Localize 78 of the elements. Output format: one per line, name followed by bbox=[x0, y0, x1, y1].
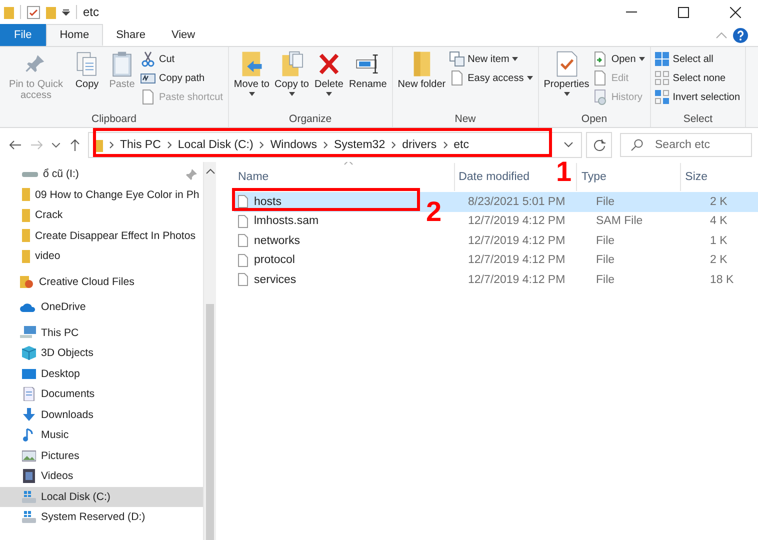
ribbon-tab[interactable]: Home bbox=[46, 24, 104, 46]
ribbon-group-label: Clipboard bbox=[90, 112, 138, 127]
table-cell-text: SAM File bbox=[595, 215, 644, 228]
navigation-item[interactable]: video bbox=[0, 246, 203, 266]
column-header[interactable]: Name bbox=[238, 171, 269, 183]
table-cell-text: 2 K bbox=[709, 254, 728, 266]
navigation-item[interactable]: This PC bbox=[0, 322, 203, 343]
ribbon-group-label: Open bbox=[580, 112, 608, 127]
ribbon-group-label: Organize bbox=[288, 112, 333, 127]
column-header[interactable]: Size bbox=[685, 171, 708, 183]
ribbon-group-label: New bbox=[454, 112, 477, 127]
ribbon-button[interactable]: Properties bbox=[542, 49, 592, 112]
table-cell-text: 12/7/2019 4:12 PM bbox=[467, 234, 566, 247]
navigation-item[interactable]: ổ cũ (I:) bbox=[0, 164, 203, 184]
table-cell-text: File bbox=[595, 274, 616, 286]
ribbon-button[interactable]: Delete bbox=[312, 49, 346, 112]
breadcrumb[interactable]: drivers bbox=[402, 139, 437, 151]
file-name: lmhosts.sam bbox=[254, 215, 319, 228]
ribbon-button[interactable]: Open bbox=[592, 50, 647, 68]
navigation-item[interactable]: Pictures bbox=[0, 446, 203, 466]
table-cell-text: 8/23/2021 5:01 PM bbox=[467, 196, 566, 208]
breadcrumb[interactable]: Windows bbox=[270, 139, 317, 151]
breadcrumb[interactable]: This PC bbox=[120, 139, 161, 151]
ribbon-button[interactable]: New item bbox=[448, 50, 535, 68]
ribbon-button[interactable]: Cut bbox=[140, 50, 225, 68]
table-cell-text: File bbox=[595, 234, 616, 247]
ribbon-button[interactable]: Copy path bbox=[140, 69, 225, 87]
table-cell-text: 12/7/2019 4:12 PM bbox=[467, 254, 566, 266]
ribbon-tab[interactable]: File bbox=[0, 24, 46, 46]
ribbon-button[interactable]: Select all bbox=[654, 50, 742, 68]
navigation-item[interactable]: 09 How to Change Eye Color in Ph bbox=[0, 184, 203, 205]
table-cell-text: 1 K bbox=[709, 234, 728, 247]
navigation-item[interactable]: Downloads bbox=[0, 404, 203, 425]
table-cell-text: File bbox=[595, 254, 616, 266]
column-header[interactable]: Type bbox=[581, 171, 606, 183]
table-cell-text: 18 K bbox=[709, 274, 735, 286]
search-field[interactable]: Search etc bbox=[620, 133, 752, 157]
navigation-item[interactable]: Desktop bbox=[0, 364, 203, 384]
file-name: networks bbox=[254, 234, 300, 247]
file-row[interactable]: services 12/7/2019 4:12 PM File 18 K bbox=[234, 270, 758, 290]
table-cell-text: File bbox=[595, 196, 616, 208]
breadcrumb[interactable]: Local Disk (C:) bbox=[178, 139, 254, 151]
ribbon-button[interactable]: Invert selection bbox=[654, 88, 742, 106]
table-cell-text: 12/7/2019 4:12 PM bbox=[467, 274, 566, 286]
navigation-item[interactable]: Crack bbox=[0, 205, 203, 226]
ribbon-button[interactable]: Easy access bbox=[448, 69, 535, 87]
ribbon-tab[interactable]: View bbox=[158, 24, 208, 46]
file-row[interactable]: networks 12/7/2019 4:12 PM File 1 K bbox=[234, 231, 758, 250]
ribbon-button[interactable]: Copy bbox=[70, 49, 104, 112]
navigation-item[interactable]: OneDrive bbox=[0, 297, 203, 318]
navigation-item[interactable]: 3D Objects bbox=[0, 343, 203, 364]
ribbon-group-label: Select bbox=[682, 112, 714, 127]
ribbon-button[interactable]: Select none bbox=[654, 69, 742, 87]
column-header[interactable]: Date modified bbox=[458, 171, 530, 183]
navigation-item[interactable]: Videos bbox=[0, 466, 203, 486]
table-cell-text: 2 K bbox=[709, 196, 728, 208]
navigation-item[interactable]: Documents bbox=[0, 384, 203, 404]
ribbon-button[interactable]: New folder bbox=[396, 49, 448, 112]
breadcrumb[interactable]: etc bbox=[454, 139, 469, 151]
ribbon-button[interactable]: Move to bbox=[232, 49, 272, 112]
table-cell-text: 4 K bbox=[709, 215, 728, 228]
navigation-item[interactable]: Music bbox=[0, 425, 203, 446]
window-title: etc bbox=[83, 5, 100, 19]
table-cell-text: 12/7/2019 4:12 PM bbox=[467, 215, 566, 228]
ribbon-button[interactable]: Rename bbox=[346, 49, 389, 112]
file-name: protocol bbox=[254, 254, 295, 266]
breadcrumb[interactable]: System32 bbox=[334, 139, 386, 151]
file-row[interactable]: protocol 12/7/2019 4:12 PM File 2 K bbox=[234, 250, 758, 270]
annotation-number: 1 bbox=[556, 158, 572, 186]
ribbon-button[interactable]: Copy to bbox=[272, 49, 311, 112]
address-field[interactable]: This PC Local Disk (C:) Windows System32 drivers etc bbox=[88, 132, 582, 158]
navigation-item[interactable]: System Reserved (D:) bbox=[0, 507, 203, 528]
ribbon-tab[interactable]: Share bbox=[103, 24, 158, 46]
navigation-item[interactable]: Local Disk (C:) bbox=[0, 486, 203, 507]
file-name: services bbox=[254, 274, 296, 286]
navigation-item[interactable]: Creative Cloud Files bbox=[0, 272, 203, 292]
file-name: hosts bbox=[254, 196, 282, 208]
navigation-item[interactable]: Create Disappear Effect In Photos bbox=[0, 226, 203, 246]
